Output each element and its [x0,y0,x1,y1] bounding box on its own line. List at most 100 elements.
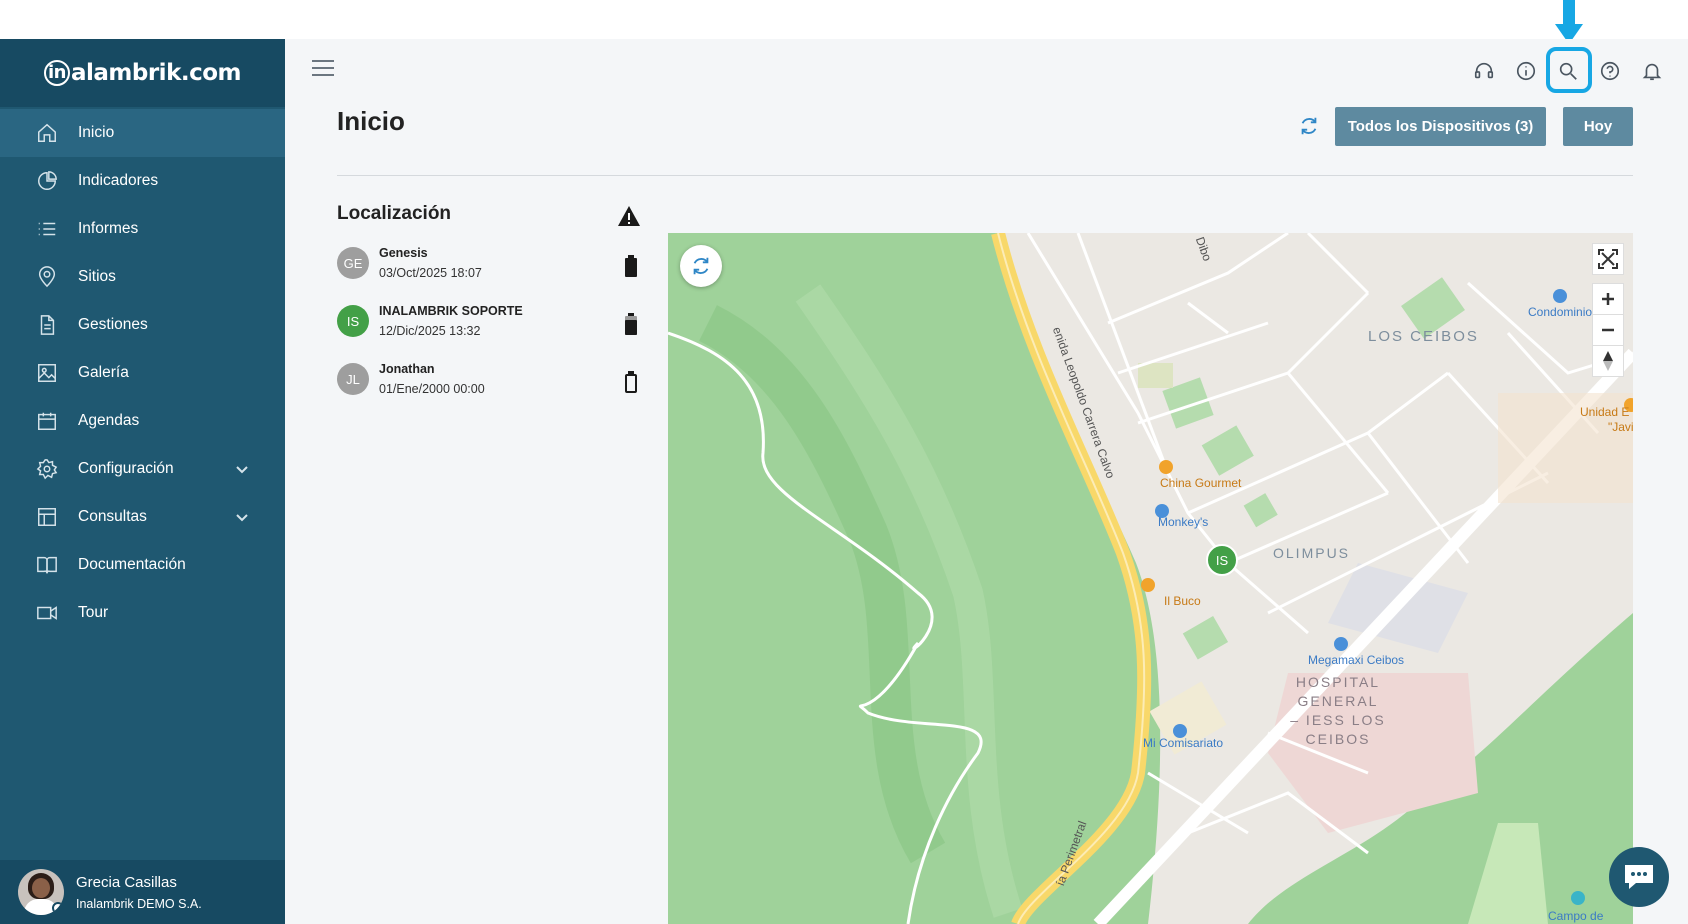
device-time: 12/Dic/2025 13:32 [379,324,481,338]
sidebar-item-consultas[interactable]: Consultas [0,493,285,541]
device-name: Genesis [379,246,428,260]
map-refresh-button[interactable] [680,245,722,287]
profile-org: Inalambrik DEMO S.A. [76,896,202,911]
menu-toggle-button[interactable] [312,60,334,76]
gear-icon [36,458,58,480]
hamburger-icon [312,60,334,62]
online-status-dot [52,902,64,914]
sidebar-item-indicadores[interactable]: Indicadores [0,157,285,205]
profile-name: Grecia Casillas [76,873,177,891]
minus-icon [1602,328,1614,332]
battery-high-icon [625,313,637,335]
chat-icon [1625,865,1653,889]
battery-empty-icon [625,371,637,393]
sidebar-item-label: Agendas [78,412,140,429]
map-label-los-ceibos: LOS CEIBOS [1368,328,1479,345]
brand-logo: in alambrik.com [43,59,242,87]
warning-icon[interactable] [617,205,641,227]
map-label-hospital-line: GENERAL [1297,693,1379,709]
sidebar-item-documentacion[interactable]: Documentación [0,541,285,589]
sidebar-item-label: Configuración [78,460,174,477]
info-button[interactable] [1512,57,1540,85]
today-button[interactable]: Hoy [1563,107,1633,146]
sidebar-item-label: Tour [78,604,109,621]
map-label-unidad: Unidad E [1580,405,1630,419]
avatar-face [32,878,50,898]
map-label-condominio: Condominio [1528,305,1593,319]
zoom-in-button[interactable] [1592,283,1624,315]
chevron-down-icon[interactable] [235,510,249,524]
device-name: Jonathan [379,362,435,376]
battery-full-icon [625,255,637,277]
sidebar-item-galeria[interactable]: Galería [0,349,285,397]
sidebar-item-sitios[interactable]: Sitios [0,253,285,301]
avatar [18,869,64,915]
headset-button[interactable] [1470,57,1498,85]
location-title: Localización [337,203,452,224]
device-item-genesis[interactable]: GE Genesis 03/Oct/2025 18:07 [337,245,642,303]
user-profile[interactable]: Grecia Casillas Inalambrik DEMO S.A. [0,860,285,924]
hamburger-icon [312,74,334,76]
device-info: Jonathan 01/Ene/2000 00:00 [379,361,485,396]
map[interactable]: LOS CEIBOS OLIMPUS HOSPITAL GENERAL – IE… [668,233,1633,924]
map-label-megamaxi: Megamaxi Ceibos [1308,653,1405,667]
refresh-button[interactable] [1298,115,1322,139]
compass-button[interactable] [1592,345,1624,377]
help-button[interactable] [1596,57,1624,85]
device-item-jonathan[interactable]: JL Jonathan 01/Ene/2000 00:00 [337,361,642,419]
list-icon [36,218,58,240]
document-icon [36,314,58,336]
map-label-hospital-line: HOSPITAL [1295,674,1381,690]
device-time: 01/Ene/2000 00:00 [379,382,485,396]
logo-text: alambrik.com [70,59,242,86]
sidebar-item-informes[interactable]: Informes [0,205,285,253]
device-info: INALAMBRIK SOPORTE 12/Dic/2025 13:32 [379,303,523,338]
profile-text: Grecia Casillas Inalambrik DEMO S.A. [76,874,202,911]
device-item-inalambrik-soporte[interactable]: IS INALAMBRIK SOPORTE 12/Dic/2025 13:32 [337,303,642,361]
search-highlight-ring [1546,47,1592,93]
map-label-hospital: HOSPITAL GENERAL – IESS LOS CEIBOS [1278,673,1398,749]
device-avatar: JL [337,363,369,395]
device-info: Genesis 03/Oct/2025 18:07 [379,245,482,280]
map-label-hospital-line: – IESS LOS [1290,712,1386,728]
page-title: Inicio [337,106,405,136]
map-label-javi: "Javi [1608,420,1633,434]
sidebar-item-tour[interactable]: Tour [0,589,285,637]
fullscreen-icon [1598,249,1618,269]
zoom-out-button[interactable] [1592,314,1624,346]
sidebar-item-label: Documentación [78,556,186,573]
device-time: 03/Oct/2025 18:07 [379,266,482,280]
app: in alambrik.com Inicio Indicadores Inform… [0,39,1688,924]
sidebar-item-inicio[interactable]: Inicio [0,109,285,157]
image-icon [36,362,58,384]
sidebar-item-agendas[interactable]: Agendas [0,397,285,445]
book-icon [36,554,58,576]
info-icon [1516,61,1536,81]
sidebar-item-label: Gestiones [78,316,148,333]
sidebar-nav: Inicio Indicadores Informes Sitios Gesti… [0,107,285,637]
sidebar-item-label: Indicadores [78,172,159,189]
chevron-down-icon[interactable] [235,462,249,476]
map-pin-icon [36,266,58,288]
sidebar: in alambrik.com Inicio Indicadores Inform… [0,39,285,924]
map-label-hospital-line: CEIBOS [1305,731,1371,747]
sidebar-item-label: Galería [78,364,129,381]
fullscreen-button[interactable] [1592,243,1624,275]
help-icon [1600,61,1620,81]
refresh-icon [1301,117,1317,135]
device-list: GE Genesis 03/Oct/2025 18:07 IS INALAMBR… [337,245,642,419]
logo-bar[interactable]: in alambrik.com [0,39,285,107]
map-device-marker[interactable]: IS [1206,544,1238,576]
notifications-button[interactable] [1638,57,1666,85]
map-tiles [668,233,1633,924]
sidebar-item-gestiones[interactable]: Gestiones [0,301,285,349]
calendar-icon [36,410,58,432]
refresh-icon [693,257,709,275]
sidebar-item-label: Sitios [78,268,116,285]
map-label-monkeys: Monkey's [1158,515,1209,529]
chat-button[interactable] [1609,847,1669,907]
all-devices-button[interactable]: Todos los Dispositivos (3) [1335,107,1546,146]
logo-mark: in [43,60,70,87]
device-name: INALAMBRIK SOPORTE [379,304,523,318]
sidebar-item-configuracion[interactable]: Configuración [0,445,285,493]
